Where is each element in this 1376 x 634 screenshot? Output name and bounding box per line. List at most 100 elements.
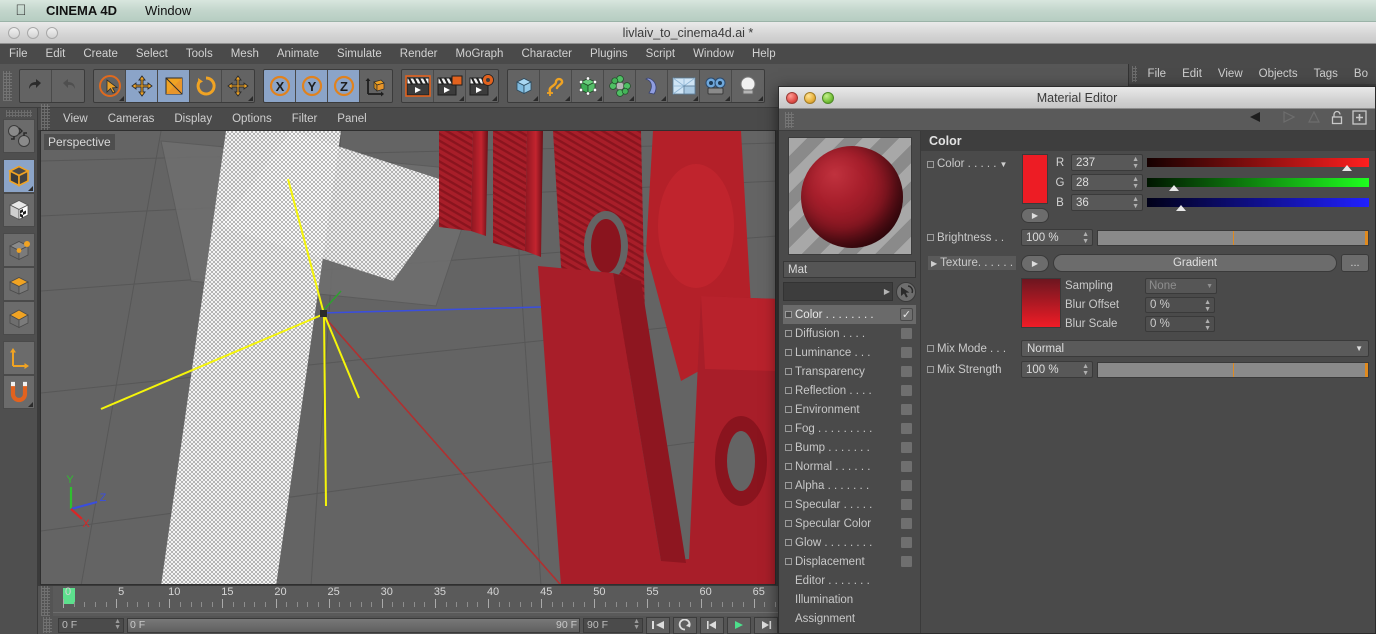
channel-radio[interactable] [785, 558, 792, 565]
blur-scale-stepper[interactable]: ▲ ▼ [1204, 318, 1211, 332]
channel-reflection[interactable]: Reflection . . . . [783, 381, 916, 400]
tool-snap-magnet-icon[interactable] [2, 375, 35, 409]
color-r-slider[interactable] [1147, 158, 1369, 171]
go-to-start-icon[interactable] [646, 616, 670, 634]
texture-label-group[interactable]: ▶ Texture. . . . . . [927, 255, 1017, 271]
brightness-radio[interactable] [927, 234, 934, 241]
channel-checkbox[interactable] [900, 346, 913, 359]
zoom-button[interactable] [46, 26, 58, 39]
sampling-select[interactable]: None ▼ [1145, 278, 1217, 294]
chevron-right-icon[interactable]: ▶ [931, 259, 937, 268]
tool-edge-mode-icon[interactable] [2, 267, 35, 301]
rotate-tool-icon[interactable] [190, 69, 222, 102]
bend-deformer-icon[interactable] [636, 69, 668, 102]
om-menu-file[interactable]: File [1140, 68, 1175, 80]
channel-checkbox[interactable] [900, 460, 913, 473]
texture-shader-button[interactable]: Gradient [1053, 254, 1337, 272]
color-g-stepper[interactable]: ▲ ▼ [1132, 176, 1139, 190]
channel-radio[interactable] [785, 444, 792, 451]
channel-glow[interactable]: Glow . . . . . . . . [783, 533, 916, 552]
channel-fog[interactable]: Fog . . . . . . . . . [783, 419, 916, 438]
undo-icon[interactable] [20, 69, 52, 102]
menu-simulate[interactable]: Simulate [328, 44, 391, 64]
mix-strength-stepper[interactable]: ▲ ▼ [1082, 363, 1089, 377]
channel-checkbox[interactable] [900, 517, 913, 530]
tool-polygon-mode-icon[interactable] [2, 301, 35, 335]
channel-color[interactable]: Color . . . . . . . . ✓ [783, 305, 916, 324]
render-region-icon[interactable] [434, 69, 466, 102]
channel-alpha[interactable]: Alpha . . . . . . . [783, 476, 916, 495]
color-b-stepper[interactable]: ▲ ▼ [1132, 196, 1139, 210]
menu-plugins[interactable]: Plugins [581, 44, 637, 64]
tool-model-mode-icon[interactable] [2, 159, 35, 193]
color-swatch[interactable] [1022, 154, 1048, 204]
me-toolbar-grip[interactable] [785, 111, 794, 128]
max-frame-field[interactable]: 90 F ▲ ▼ [583, 617, 643, 633]
channel-checkbox[interactable] [900, 498, 913, 511]
play-reverse-loop-icon[interactable] [673, 616, 697, 634]
redo-icon[interactable] [52, 69, 84, 102]
channel-illumination[interactable]: Illumination [783, 590, 916, 609]
menu-select[interactable]: Select [127, 44, 177, 64]
color-b-field[interactable]: 36 ▲ ▼ [1071, 194, 1143, 211]
minimize-button[interactable] [27, 26, 39, 39]
color-r-stepper[interactable]: ▲ ▼ [1132, 156, 1139, 170]
color-r-field[interactable]: 237 ▲ ▼ [1071, 154, 1143, 171]
frame-range-bar[interactable]: 0 F 90 F [127, 617, 580, 633]
channel-assignment[interactable]: Assignment [783, 609, 916, 628]
brightness-slider[interactable] [1097, 229, 1369, 246]
menu-create[interactable]: Create [74, 44, 127, 64]
channel-checkbox[interactable] [900, 441, 913, 454]
window-controls[interactable] [0, 26, 58, 39]
lock-icon[interactable] [1330, 110, 1344, 130]
om-menu-objects[interactable]: Objects [1251, 68, 1306, 80]
mix-strength-radio[interactable] [927, 366, 934, 373]
channel-radio[interactable] [785, 482, 792, 489]
channel-radio[interactable] [785, 311, 792, 318]
move-axis-icon[interactable] [222, 69, 254, 102]
channel-radio[interactable] [785, 425, 792, 432]
menu-edit[interactable]: Edit [37, 44, 75, 64]
current-frame-stepper[interactable]: ▲ ▼ [114, 618, 121, 631]
generator-nurbs-icon[interactable] [572, 69, 604, 102]
eyedropper-picker-icon[interactable] [896, 281, 916, 302]
menu-file[interactable]: File [0, 44, 37, 64]
play-icon[interactable] [727, 616, 751, 634]
spline-pen-icon[interactable] [540, 69, 572, 102]
axis-x-icon[interactable]: X [264, 69, 296, 102]
render-settings-icon[interactable] [466, 69, 498, 102]
nav-forward-icon[interactable] [1276, 110, 1298, 129]
material-editor-window[interactable]: Material Editor Mat ▶ Color . . . . . . … [778, 86, 1376, 634]
channel-radio[interactable] [785, 501, 792, 508]
blur-offset-field[interactable]: 0 % ▲ ▼ [1145, 297, 1215, 313]
channel-bump[interactable]: Bump . . . . . . . [783, 438, 916, 457]
channel-checkbox[interactable] [900, 327, 913, 340]
menu-animate[interactable]: Animate [268, 44, 328, 64]
render-view-icon[interactable] [402, 69, 434, 102]
channel-radio[interactable] [785, 406, 792, 413]
menu-window[interactable]: Window [684, 44, 743, 64]
om-menu-view[interactable]: View [1210, 68, 1251, 80]
scale-tool-icon[interactable] [158, 69, 190, 102]
floor-environment-icon[interactable] [668, 69, 700, 102]
channel-checkbox[interactable] [900, 422, 913, 435]
mac-menu-app-name[interactable]: CINEMA 4D [32, 3, 131, 18]
viewport-menu-cameras[interactable]: Cameras [98, 113, 165, 125]
texture-preview[interactable] [1021, 278, 1061, 328]
step-back-icon[interactable] [700, 616, 724, 634]
apple-icon[interactable]:  [10, 3, 32, 18]
channel-luminance[interactable]: Luminance . . . [783, 343, 916, 362]
channel-radio[interactable] [785, 387, 792, 394]
channel-displacement[interactable]: Displacement [783, 552, 916, 571]
channel-diffusion[interactable]: Diffusion . . . . [783, 324, 916, 343]
channel-checkbox[interactable] [900, 536, 913, 549]
color-g-field[interactable]: 28 ▲ ▼ [1071, 174, 1143, 191]
channel-checkbox[interactable] [900, 403, 913, 416]
material-preview[interactable] [787, 137, 912, 255]
tool-point-mode-icon[interactable] [2, 233, 35, 267]
mix-strength-slider[interactable] [1097, 361, 1369, 378]
channel-checkbox[interactable] [900, 555, 913, 568]
menu-character[interactable]: Character [512, 44, 581, 64]
mac-menu-item-window[interactable]: Window [131, 3, 205, 18]
channel-checkbox[interactable]: ✓ [900, 308, 913, 321]
